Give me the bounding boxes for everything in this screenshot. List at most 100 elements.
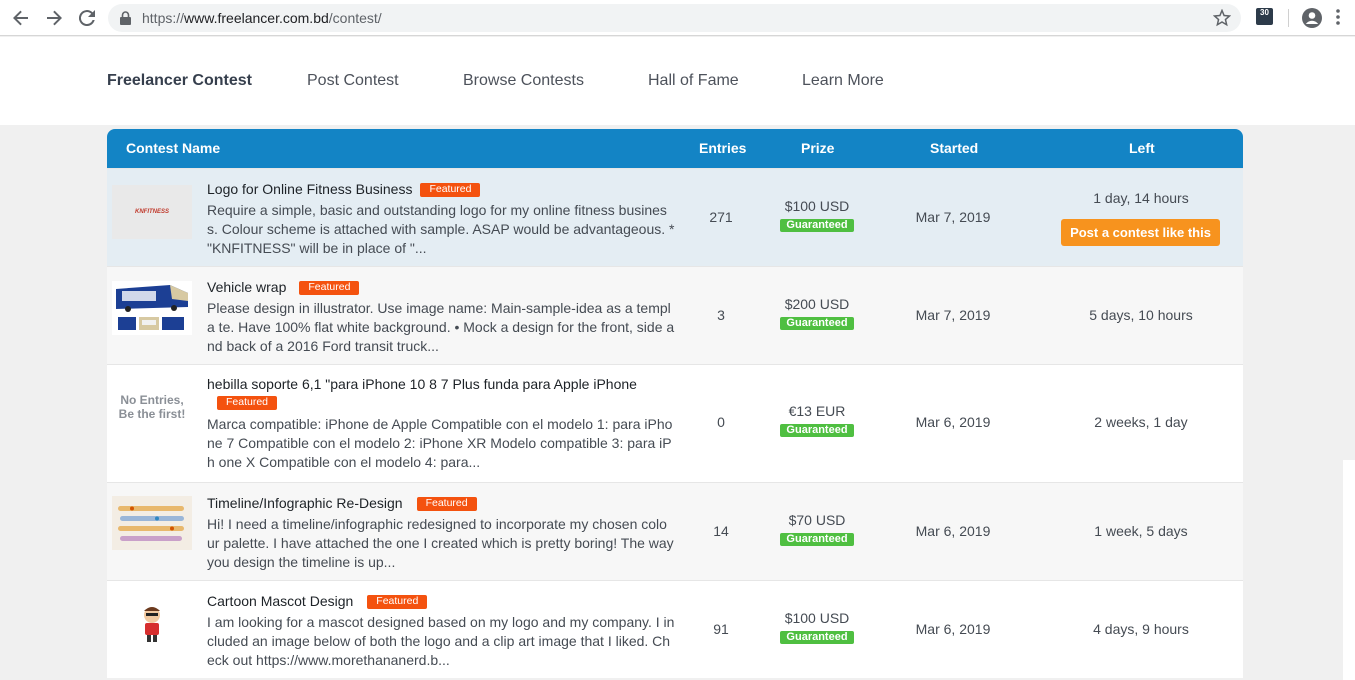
url-host: www.freelancer.com.bd bbox=[184, 10, 329, 26]
started-date: Mar 6, 2019 bbox=[915, 621, 991, 637]
time-left: 1 day, 14 hours bbox=[1093, 190, 1189, 206]
contest-title-line: Cartoon Mascot Design Featured bbox=[207, 593, 428, 609]
time-left: 1 week, 5 days bbox=[1094, 523, 1188, 539]
prize-amount: $100 USD bbox=[784, 610, 850, 626]
reload-icon bbox=[79, 10, 95, 26]
guaranteed-badge: Guaranteed bbox=[780, 219, 854, 232]
guaranteed-badge: Guaranteed bbox=[780, 631, 854, 644]
no-entries-placeholder: No Entries, Be the first! bbox=[112, 393, 192, 421]
url-path: /contest/ bbox=[328, 10, 382, 26]
entries-count: 271 bbox=[709, 209, 733, 225]
featured-badge: Featured bbox=[367, 595, 428, 609]
time-left: 2 weeks, 1 day bbox=[1094, 414, 1188, 430]
header-started[interactable]: Started bbox=[930, 140, 978, 156]
table-header: Contest Name Entries Prize Started Left bbox=[107, 129, 1243, 168]
arrow-left-icon bbox=[13, 10, 28, 26]
url-scheme: https:// bbox=[142, 10, 185, 26]
page-scrollbar[interactable] bbox=[1343, 460, 1355, 680]
featured-badge: Featured bbox=[299, 281, 360, 295]
contest-title[interactable]: Timeline/Infographic Re-Design bbox=[207, 495, 403, 511]
prize-cell: $100 USD Guaranteed bbox=[767, 198, 867, 232]
table-row[interactable]: Cartoon Mascot Design Featured I am looki… bbox=[107, 580, 1243, 678]
nav-hall-of-fame[interactable]: Hall of Fame bbox=[648, 72, 739, 90]
contest-thumbnail[interactable] bbox=[112, 281, 192, 335]
more-menu-icon[interactable] bbox=[1336, 9, 1340, 25]
post-contest-like-this-button[interactable]: Post a contest like this bbox=[1061, 219, 1220, 246]
featured-badge: Featured bbox=[420, 183, 481, 197]
contest-title-line: hebilla soporte 6,1 "para iPhone 10 8 7 … bbox=[207, 376, 637, 392]
started-date: Mar 6, 2019 bbox=[915, 523, 991, 539]
lock-icon bbox=[120, 11, 131, 25]
guaranteed-badge: Guaranteed bbox=[780, 424, 854, 437]
started-date: Mar 6, 2019 bbox=[915, 414, 991, 430]
forward-button[interactable] bbox=[42, 6, 66, 30]
no-entries-line-2: Be the first! bbox=[118, 407, 186, 421]
header-prize[interactable]: Prize bbox=[801, 140, 834, 156]
started-date: Mar 7, 2019 bbox=[915, 307, 991, 323]
table-row[interactable]: KNFITNESS Logo for Online Fitness Busine… bbox=[107, 168, 1243, 266]
started-date: Mar 7, 2019 bbox=[915, 209, 991, 225]
prize-cell: $200 USD Guaranteed bbox=[767, 296, 867, 330]
contest-table: Contest Name Entries Prize Started Left … bbox=[107, 129, 1243, 678]
nav-freelancer-contest[interactable]: Freelancer Contest bbox=[107, 72, 252, 90]
prize-cell: $70 USD Guaranteed bbox=[767, 512, 867, 546]
prize-amount: $70 USD bbox=[788, 512, 846, 528]
bookmark-star-icon[interactable] bbox=[1213, 9, 1231, 27]
entries-count: 91 bbox=[713, 621, 729, 637]
contest-title[interactable]: Cartoon Mascot Design bbox=[207, 593, 353, 609]
guaranteed-badge: Guaranteed bbox=[780, 317, 854, 330]
contest-title[interactable]: Logo for Online Fitness Business bbox=[207, 181, 412, 197]
guaranteed-badge: Guaranteed bbox=[780, 533, 854, 546]
nav-learn-more[interactable]: Learn More bbox=[802, 72, 884, 90]
contest-thumbnail[interactable] bbox=[112, 601, 192, 655]
time-left: 4 days, 9 hours bbox=[1093, 621, 1189, 637]
contest-thumbnail[interactable] bbox=[112, 496, 192, 550]
featured-badge: Featured bbox=[416, 497, 477, 511]
contest-description: I am looking for a mascot designed based… bbox=[207, 614, 675, 668]
reload-button[interactable] bbox=[75, 6, 99, 30]
table-row[interactable]: No Entries, Be the first! hebilla soport… bbox=[107, 364, 1243, 482]
extension-icon[interactable]: 30 bbox=[1256, 8, 1273, 25]
toolbar-divider bbox=[1288, 9, 1289, 27]
contest-title[interactable]: hebilla soporte 6,1 "para iPhone 10 8 7 … bbox=[207, 376, 637, 392]
prize-amount: $200 USD bbox=[784, 296, 850, 312]
entries-count: 0 bbox=[717, 414, 725, 430]
header-entries[interactable]: Entries bbox=[699, 140, 746, 156]
contest-description: Require a simple, basic and outstanding … bbox=[207, 202, 675, 256]
mascot-thumbnail-image bbox=[112, 601, 192, 655]
address-bar[interactable]: https://www.freelancer.com.bd/contest/ bbox=[108, 4, 1241, 32]
prize-amount: $100 USD bbox=[784, 198, 850, 214]
contest-thumbnail[interactable]: KNFITNESS bbox=[112, 185, 192, 239]
table-row[interactable]: Vehicle wrap Featured Please design in il… bbox=[107, 266, 1243, 364]
profile-avatar-icon[interactable] bbox=[1302, 8, 1322, 28]
prize-cell: $100 USD Guaranteed bbox=[767, 610, 867, 644]
contest-description: Marca compatible: iPhone de Apple Compat… bbox=[207, 416, 673, 470]
featured-badge: Featured bbox=[217, 396, 278, 410]
nav-browse-contests[interactable]: Browse Contests bbox=[463, 72, 584, 90]
arrow-right-icon bbox=[47, 10, 62, 26]
entries-count: 14 bbox=[713, 523, 729, 539]
contest-title-line: Vehicle wrap Featured bbox=[207, 279, 360, 295]
extension-badge: 30 bbox=[1260, 8, 1269, 17]
contest-description: Hi! I need a timeline/infographic redesi… bbox=[207, 516, 674, 570]
browser-toolbar: https://www.freelancer.com.bd/contest/ 3… bbox=[0, 0, 1355, 36]
nav-post-contest[interactable]: Post Contest bbox=[307, 72, 399, 90]
van-wrap-image bbox=[112, 281, 192, 335]
contest-nav: Freelancer Contest Post Contest Browse C… bbox=[0, 37, 1355, 125]
contest-title-line: Logo for Online Fitness Business Featured bbox=[207, 181, 481, 197]
no-entries-line-1: No Entries, bbox=[120, 393, 184, 407]
contest-title[interactable]: Vehicle wrap bbox=[207, 279, 286, 295]
thumbnail-logo-text: KNFITNESS bbox=[134, 209, 169, 215]
contest-description: Please design in illustrator. Use image … bbox=[207, 300, 675, 354]
back-button[interactable] bbox=[9, 6, 33, 30]
infographic-thumbnail-image bbox=[112, 496, 192, 550]
time-left: 5 days, 10 hours bbox=[1089, 307, 1193, 323]
entries-count: 3 bbox=[717, 307, 725, 323]
url-text: https://www.freelancer.com.bd/contest/ bbox=[142, 10, 382, 26]
prize-amount: €13 EUR bbox=[788, 403, 846, 419]
table-row[interactable]: Timeline/Infographic Re-Design Featured H… bbox=[107, 482, 1243, 580]
header-left[interactable]: Left bbox=[1129, 140, 1155, 156]
header-contest-name[interactable]: Contest Name bbox=[126, 140, 220, 156]
contest-title-line: Timeline/Infographic Re-Design Featured bbox=[207, 495, 477, 511]
prize-cell: €13 EUR Guaranteed bbox=[767, 403, 867, 437]
